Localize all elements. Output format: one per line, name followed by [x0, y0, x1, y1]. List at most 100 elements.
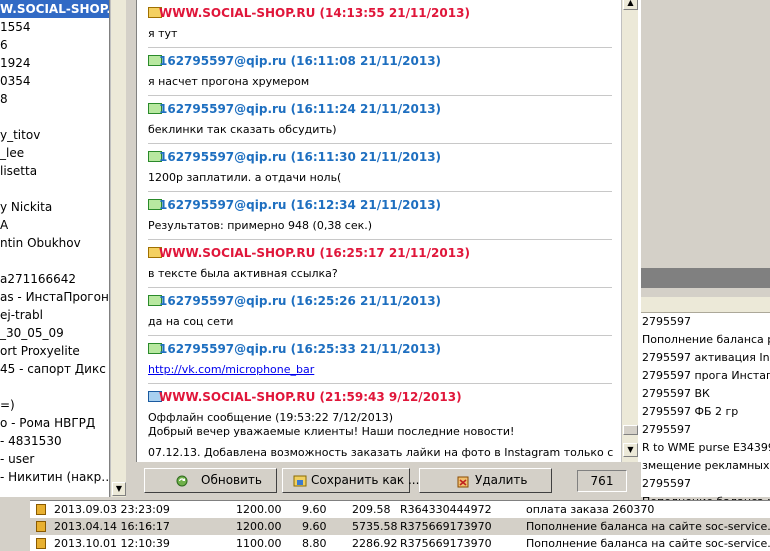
chat-message: 162795597@qip.ru (16:25:26 21/11/2013) да… — [148, 288, 612, 336]
table-cell-amount: 1200.00 — [236, 503, 282, 516]
contact-list-item[interactable]: 45 - сапорт Дикс — [0, 360, 109, 378]
message-text-container: да на соц сети — [148, 315, 233, 328]
chat-message: 162795597@qip.ru (16:12:34 21/11/2013) Ре… — [148, 192, 612, 240]
message-text-container: 1200р заплатили. а отдачи ноль( — [148, 171, 341, 184]
table-row[interactable]: 2013.04.14 16:16:17 1200.00 9.60 5735.58 R37… — [30, 518, 770, 535]
message-text: 1200р заплатили. а отдачи ноль( — [148, 171, 342, 184]
message-text-container: Результатов: примерно 948 (0,38 сек.) — [148, 219, 372, 232]
contact-list-item[interactable] — [0, 108, 109, 126]
contact-list-item[interactable]: ntin Obukhov — [0, 234, 109, 252]
chat-history-window: WWW.SOCIAL-SHOP.RU (14:13:55 21/11/2013)… — [136, 0, 641, 462]
message-link[interactable]: http://vk.com/microphone_bar — [148, 363, 314, 376]
contact-list-item[interactable]: ej-trabl — [0, 306, 109, 324]
save-as-button[interactable]: Сохранить как ... — [282, 468, 419, 493]
message-sender: 162795597@qip.ru (16:25:33 21/11/2013) — [159, 342, 442, 356]
contact-list-item[interactable]: 1554 — [0, 18, 109, 36]
contact-list-item[interactable]: as - ИнстаПрогон — [0, 288, 109, 306]
chat-message: 162795597@qip.ru (16:25:33 21/11/2013) ht… — [148, 336, 612, 384]
message-text: беклинки так сказать обсудить) — [148, 123, 337, 136]
delete-label: Удалить — [475, 473, 528, 487]
contact-list-item[interactable]: 8 — [0, 90, 109, 108]
message-sender: 162795597@qip.ru (16:11:24 21/11/2013) — [159, 102, 442, 116]
contact-list[interactable]: W.SOCIAL-SHOP.R 1554 6 1924 0354 8 y_titov _lee… — [0, 0, 110, 497]
refresh-label: Обновить — [201, 473, 262, 487]
message-text: Добрый вечер уважаемые клиенты! Наши пос… — [148, 425, 515, 438]
table-row[interactable]: Пополнение баланса реклам — [641, 331, 770, 349]
right-panel-header-strip — [640, 268, 770, 288]
contact-list-item[interactable]: - user — [0, 450, 109, 468]
table-cell-desc: Пополнение баланса на сайте soc-service.… — [526, 537, 770, 550]
contact-list-scrollbar[interactable]: ▼ — [110, 0, 126, 497]
table-row[interactable]: 2795597 — [641, 421, 770, 439]
transaction-icon — [36, 504, 46, 515]
scrollbar-thumb[interactable] — [623, 425, 638, 435]
contact-list-item[interactable] — [0, 252, 109, 270]
table-cell-id: R375669173970 — [400, 520, 492, 533]
message-text-container: я насчет прогона хрумером — [148, 75, 309, 88]
message-text: 07.12.13. Добавлена возможность заказать… — [148, 446, 614, 459]
table-row[interactable]: 2013.10.01 12:10:39 1100.00 8.80 2286.92 R37… — [30, 535, 770, 551]
table-row[interactable]: 2795597 ФБ 2 гр — [641, 403, 770, 421]
contact-list-item[interactable]: _lee — [0, 144, 109, 162]
right-table-header — [641, 297, 770, 313]
contact-list-item[interactable]: A — [0, 216, 109, 234]
table-row[interactable]: 2013.09.03 23:23:09 1200.00 9.60 209.58 R364… — [30, 501, 770, 518]
refresh-button[interactable]: Обновить — [144, 468, 277, 493]
message-text-container: беклинки так сказать обсудить) — [148, 123, 337, 136]
contact-list-item[interactable]: о - Рома НВГРД — [0, 414, 109, 432]
message-sender: 162795597@qip.ru (16:25:26 21/11/2013) — [159, 294, 442, 308]
table-cell-amount: 1200.00 — [236, 520, 282, 533]
message-text: Оффлайн сообщение (19:53:22 7/12/2013) — [148, 411, 393, 424]
message-text: я насчет прогона хрумером — [148, 75, 310, 88]
delete-button[interactable]: Удалить — [419, 468, 552, 493]
table-row[interactable]: 2795597 — [641, 475, 770, 493]
table-cell-desc: Пополнение баланса на сайте soc-service.… — [526, 520, 770, 533]
contact-list-item[interactable]: lisetta — [0, 162, 109, 180]
table-row[interactable]: R to WME purse E343996644 — [641, 439, 770, 457]
contact-list-item[interactable]: y_titov — [0, 126, 109, 144]
message-text-container: в тексте была активная ссылка? — [148, 267, 338, 280]
chat-scrollbar[interactable]: ▲ ▼ — [621, 0, 638, 462]
contact-list-item[interactable]: - Никитин (накр… — [0, 468, 109, 486]
message-sender: 162795597@qip.ru (16:11:08 21/11/2013) — [159, 54, 442, 68]
message-sender: 162795597@qip.ru (16:12:34 21/11/2013) — [159, 198, 442, 212]
scroll-down-icon[interactable]: ▼ — [623, 443, 638, 457]
message-sender: WWW.SOCIAL-SHOP.RU (21:59:43 9/12/2013) — [159, 390, 462, 404]
refresh-icon — [176, 475, 188, 487]
table-cell-total: 2286.92 — [352, 537, 398, 550]
contact-list-item[interactable] — [0, 378, 109, 396]
right-background-panel — [640, 0, 770, 297]
message-sender: WWW.SOCIAL-SHOP.RU (14:13:55 21/11/2013) — [159, 6, 470, 20]
contact-list-item[interactable]: _30_05_09 — [0, 324, 109, 342]
message-text: да на соц сети — [148, 315, 234, 328]
message-text-container: я тут — [148, 27, 177, 40]
table-row[interactable]: 2795597 активация Instag — [641, 349, 770, 367]
contact-list-item[interactable]: =) — [0, 396, 109, 414]
chat-message: 162795597@qip.ru (16:11:08 21/11/2013) я … — [148, 48, 612, 96]
contact-list-item[interactable]: W.SOCIAL-SHOP.R — [0, 0, 109, 18]
contact-list-item[interactable]: 6 — [0, 36, 109, 54]
chat-message: WWW.SOCIAL-SHOP.RU (21:59:43 9/12/2013) О… — [148, 384, 614, 460]
message-text: Результатов: примерно 948 (0,38 сек.) — [148, 219, 373, 232]
chat-message: WWW.SOCIAL-SHOP.RU (16:25:17 21/11/2013)… — [148, 240, 612, 288]
table-row[interactable]: змещение рекламных матер — [641, 457, 770, 475]
scroll-up-icon[interactable]: ▲ — [623, 0, 638, 10]
chat-message: 162795597@qip.ru (16:11:30 21/11/2013) 12… — [148, 144, 612, 192]
contact-list-item[interactable]: y Nickita — [0, 198, 109, 216]
table-row[interactable]: 2795597 — [641, 313, 770, 331]
delete-icon — [457, 476, 469, 488]
app-window: 2795597Пополнение баланса реклам2795597 … — [0, 0, 770, 551]
contact-list-item[interactable] — [0, 180, 109, 198]
table-row[interactable]: 2795597 прога Инстаграм — [641, 367, 770, 385]
scroll-down-icon[interactable]: ▼ — [112, 482, 126, 496]
table-cell-rate: 8.80 — [302, 537, 327, 550]
contact-list-item[interactable]: ort Proxyelite — [0, 342, 109, 360]
table-cell-id: R375669173970 — [400, 537, 492, 550]
contact-list-item[interactable]: a271166642 — [0, 270, 109, 288]
table-cell-total: 5735.58 — [352, 520, 398, 533]
save-icon — [293, 475, 307, 487]
contact-list-item[interactable]: 0354 — [0, 72, 109, 90]
table-row[interactable]: 2795597 ВК — [641, 385, 770, 403]
contact-list-item[interactable]: - 4831530 — [0, 432, 109, 450]
contact-list-item[interactable]: 1924 — [0, 54, 109, 72]
